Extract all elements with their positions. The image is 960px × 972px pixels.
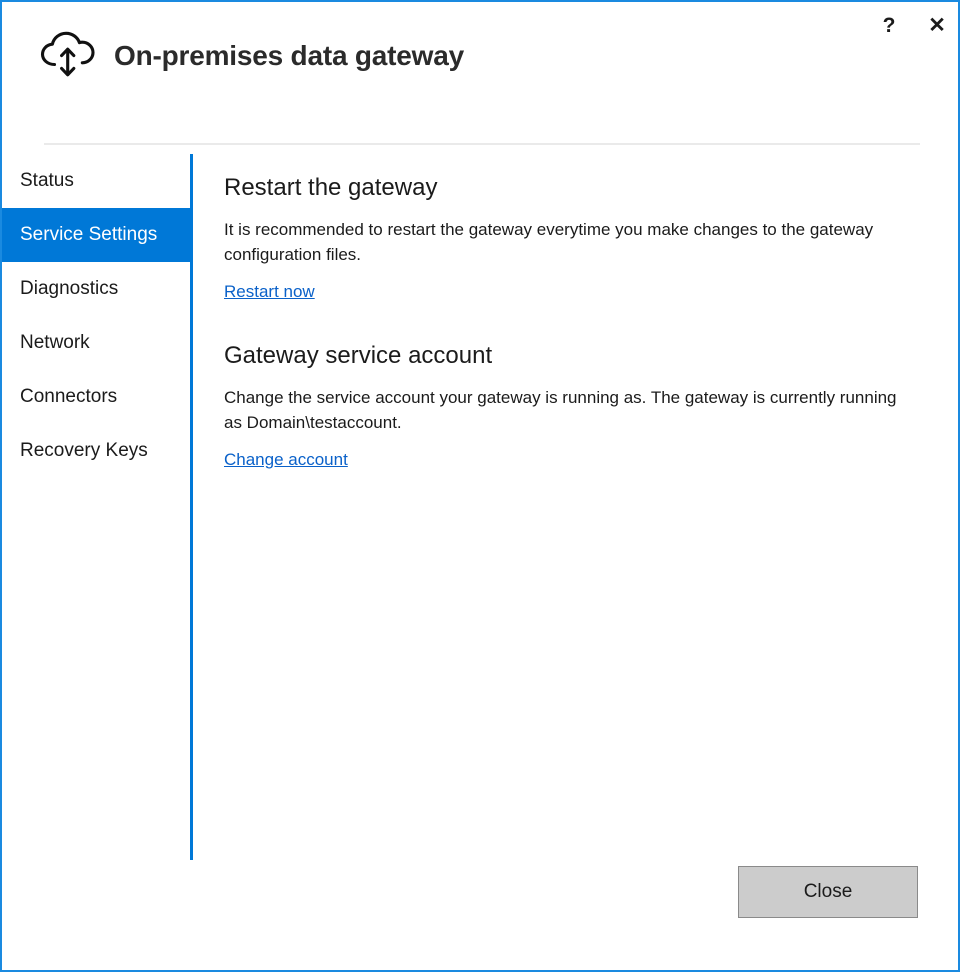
vertical-divider [190, 154, 193, 860]
restart-gateway-heading: Restart the gateway [224, 174, 438, 201]
app-brand: On-premises data gateway [38, 30, 464, 82]
restart-gateway-section: Restart the gateway It is recommended to… [224, 174, 924, 302]
gateway-service-account-section: Gateway service account Change the servi… [224, 342, 924, 470]
gateway-configuration-window: ? ✕ On-premises data gateway Status Serv… [0, 0, 960, 972]
footer-bar: Close [2, 850, 958, 970]
restart-now-link[interactable]: Restart now [224, 282, 315, 302]
page-title: On-premises data gateway [114, 40, 464, 71]
gateway-service-account-heading: Gateway service account [224, 341, 493, 369]
caption-button-group: ? ✕ [874, 8, 952, 42]
sidebar-nav: Status Service Settings Diagnostics Netw… [2, 154, 190, 478]
main-body: Status Service Settings Diagnostics Netw… [2, 154, 958, 970]
sidebar-item-status[interactable]: Status [2, 154, 190, 208]
sidebar-item-service-settings[interactable]: Service Settings [2, 208, 190, 262]
content-pane: Restart the gateway It is recommended to… [224, 174, 924, 470]
close-window-button[interactable]: ✕ [922, 8, 952, 42]
sidebar-item-diagnostics[interactable]: Diagnostics [2, 262, 190, 316]
title-bar: ? ✕ On-premises data gateway [2, 2, 958, 145]
header-divider [44, 143, 920, 145]
cloud-updown-arrow-icon [38, 30, 98, 82]
change-account-link[interactable]: Change account [224, 450, 348, 470]
restart-gateway-description: It is recommended to restart the gateway… [224, 219, 874, 265]
gateway-service-account-description: Change the service account your gateway … [224, 387, 897, 433]
sidebar-item-connectors[interactable]: Connectors [2, 370, 190, 424]
close-button[interactable]: Close [738, 866, 918, 918]
sidebar-item-network[interactable]: Network [2, 316, 190, 370]
help-button[interactable]: ? [874, 8, 904, 42]
sidebar-item-recovery-keys[interactable]: Recovery Keys [2, 424, 190, 478]
